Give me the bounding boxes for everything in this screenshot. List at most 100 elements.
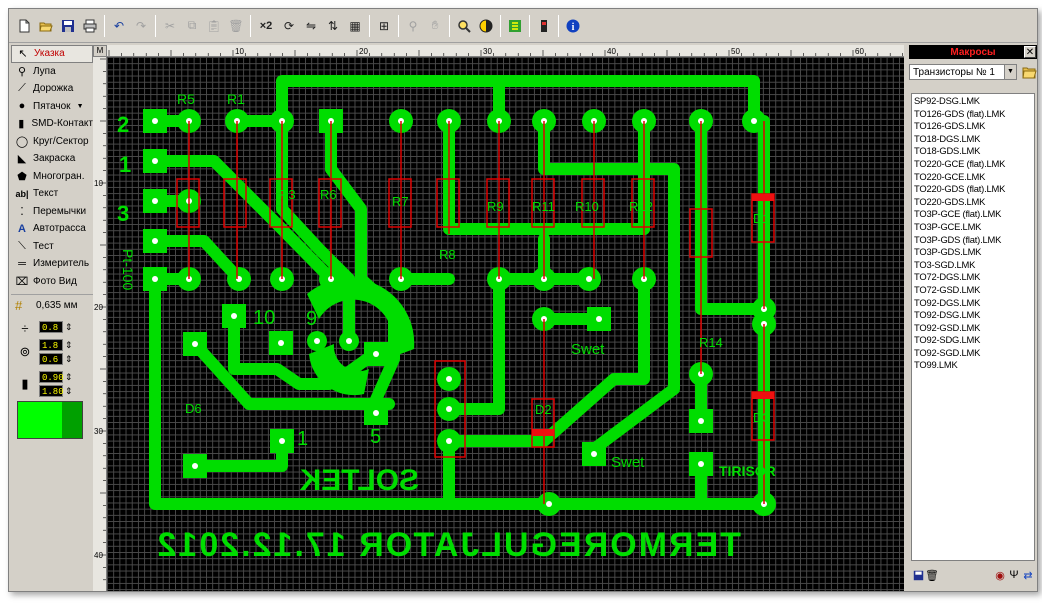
grid-size-control[interactable]: #0,635 мм xyxy=(11,294,93,316)
macro-list-item[interactable]: TO220-GDS.LMK xyxy=(914,196,1032,209)
dropdown-arrow-icon[interactable]: ▼ xyxy=(77,103,84,110)
macro-list-item[interactable]: TO18-DGS.LMK xyxy=(914,133,1032,146)
label-r1: R1 xyxy=(227,91,245,107)
macro-list-item[interactable]: TO3-SGD.LMK xyxy=(914,259,1032,272)
ruler-label: 30 xyxy=(94,427,103,436)
antenna-icon[interactable]: Ψ xyxy=(1007,568,1021,582)
chevron-down-icon[interactable]: ▼ xyxy=(1004,65,1016,79)
pad-outer-field[interactable]: 1.8 xyxy=(39,339,63,351)
active-layer-color[interactable] xyxy=(18,402,62,438)
spin-icon[interactable]: ⇕ xyxy=(63,340,75,351)
align-icon[interactable]: ⊞ xyxy=(374,16,394,36)
tool-photo-view[interactable]: ⌧ Фото Вид xyxy=(11,273,93,291)
group-icon[interactable]: ▦ xyxy=(345,16,365,36)
macro-list-item[interactable]: TO92-DGS.LMK xyxy=(914,297,1032,310)
swap-icon[interactable]: ⇄ xyxy=(1021,568,1035,582)
grid-size-value: 0,635 мм xyxy=(36,300,78,311)
open-icon[interactable] xyxy=(36,16,56,36)
save-icon[interactable] xyxy=(911,568,925,582)
tool-test[interactable]: ⟍ Тест xyxy=(11,238,93,256)
save-icon[interactable] xyxy=(58,16,78,36)
macro-list-item[interactable]: TO126-GDS (flat).LMK xyxy=(914,108,1032,121)
smd-width-field[interactable]: 0.90 xyxy=(39,371,64,383)
copy-icon[interactable]: ⧉ xyxy=(182,16,202,36)
label-conn1: 1 xyxy=(119,152,131,177)
macro-list-item[interactable]: TO3P-GDS (flat).LMK xyxy=(914,234,1032,247)
duplicate-icon[interactable]: ×2 xyxy=(255,16,277,36)
tool-jumper[interactable]: ⁚ Перемычки xyxy=(11,203,93,221)
redo-icon[interactable]: ↷ xyxy=(131,16,151,36)
tool-circle[interactable]: ◯ Круг/Сектор xyxy=(11,133,93,151)
track-width-field[interactable]: 0.8 xyxy=(39,321,63,333)
autoroute-icon: A xyxy=(18,222,26,235)
macro-list-item[interactable]: TO92-SDG.LMK xyxy=(914,334,1032,347)
tool-polygon[interactable]: ⬟ Многогран. xyxy=(11,168,93,186)
tool-magnifier[interactable]: ⚲ Лупа xyxy=(11,63,93,81)
track-top-bus xyxy=(276,75,760,127)
folder-open-icon[interactable] xyxy=(1021,64,1037,80)
tool-fill[interactable]: ◣ Закраска xyxy=(11,150,93,168)
rotate-icon[interactable]: ⟳ xyxy=(279,16,299,36)
component-icon[interactable] xyxy=(534,16,554,36)
tool-pointer[interactable]: ↖ Указка xyxy=(11,45,93,63)
tool-autoroute[interactable]: A Автотрасса xyxy=(11,220,93,238)
ruler-corner[interactable]: M xyxy=(93,45,107,57)
new-icon[interactable] xyxy=(14,16,34,36)
pad-inner-field[interactable]: 0.6 xyxy=(39,353,63,365)
tool-label: Фото Вид xyxy=(33,275,77,287)
spin-icon[interactable]: ⇕ xyxy=(63,372,75,383)
macro-list-item[interactable]: TO92-SGD.LMK xyxy=(914,347,1032,360)
macro-list-item[interactable]: TO99.LMK xyxy=(914,359,1032,372)
ruler-label: 40 xyxy=(94,551,103,560)
polygon-icon: ⬟ xyxy=(17,170,27,183)
macro-list-item[interactable]: TO3P-GDS.LMK xyxy=(914,246,1032,259)
delete-icon[interactable]: 🗑︎ xyxy=(226,16,246,36)
macro-list-item[interactable]: TO220-GDS (flat).LMK xyxy=(914,183,1032,196)
svg-text:i: i xyxy=(572,22,575,33)
macro-list-item[interactable]: TO92-DSG.LMK xyxy=(914,309,1032,322)
macro-list-item[interactable]: TO92-GSD.LMK xyxy=(914,322,1032,335)
macro-list-item[interactable]: TO18-GDS.LMK xyxy=(914,145,1032,158)
tool-smd-pad[interactable]: ▮ SMD-Контакт xyxy=(11,115,93,133)
tool-track[interactable]: ⟋ Дорожка xyxy=(11,80,93,98)
alt-layer-color[interactable] xyxy=(62,402,82,438)
label-pt100: Pt-100 xyxy=(120,249,136,290)
macro-list-item[interactable]: TO3P-GCE (flat).LMK xyxy=(914,208,1032,221)
info-icon[interactable]: i xyxy=(563,16,583,36)
cut-icon[interactable]: ✂ xyxy=(160,16,180,36)
macro-list-item[interactable]: TO220-GCE.LMK xyxy=(914,171,1032,184)
tool-label: SMD-Контакт xyxy=(31,118,93,130)
undo-icon[interactable]: ↶ xyxy=(109,16,129,36)
smd-height-field[interactable]: 1.80 xyxy=(39,385,64,397)
mirror-v-icon[interactable]: ⇅ xyxy=(323,16,343,36)
delete-icon[interactable]: 🗑︎ xyxy=(925,568,939,582)
macro-list[interactable]: SP92-DSG.LMK TO126-GDS (flat).LMK TO126-GD… xyxy=(911,93,1035,561)
paste-icon[interactable]: 📋︎ xyxy=(204,16,224,36)
smd-size-icon: ▮ xyxy=(21,376,29,391)
close-icon[interactable]: ✕ xyxy=(1024,46,1036,58)
snap-icon[interactable]: ⚲ xyxy=(403,16,423,36)
tool-measure[interactable]: ═ Измеритель xyxy=(11,255,93,273)
layer-color-swatch[interactable] xyxy=(17,401,83,439)
macro-list-item[interactable]: TO220-GCE (flat).LMK xyxy=(914,158,1032,171)
spin-icon[interactable]: ⇕ xyxy=(63,322,75,333)
spin-icon[interactable]: ⇕ xyxy=(63,354,75,365)
macro-list-item[interactable]: TO126-GDS.LMK xyxy=(914,120,1032,133)
tool-text[interactable]: ab| Текст xyxy=(11,185,93,203)
tool-pad[interactable]: ● Пятачок ▼ xyxy=(11,98,93,116)
zoom-icon[interactable] xyxy=(454,16,474,36)
macro-list-item[interactable]: TO72-GSD.LMK xyxy=(914,284,1032,297)
hand-icon[interactable]: ✋︎ xyxy=(425,16,445,36)
pcb-canvas[interactable]: 2 1 3 R5 R1 R3 R6 R7 R8 R9 R11 R10 R12 R… xyxy=(107,57,904,591)
spin-icon[interactable]: ⇕ xyxy=(63,386,75,397)
mirror-h-icon[interactable]: ⇋ xyxy=(301,16,321,36)
contrast-icon[interactable] xyxy=(476,16,496,36)
macro-library-select[interactable]: Транзисторы № 1 ▼ xyxy=(909,64,1017,80)
fill-icon: ◣ xyxy=(17,153,27,166)
print-icon[interactable] xyxy=(80,16,100,36)
target-icon[interactable]: ◉ xyxy=(993,568,1007,582)
macro-list-item[interactable]: SP92-DSG.LMK xyxy=(914,95,1032,108)
macro-icon[interactable] xyxy=(505,16,525,36)
macro-list-item[interactable]: TO3P-GCE.LMK xyxy=(914,221,1032,234)
macro-list-item[interactable]: TO72-DGS.LMK xyxy=(914,271,1032,284)
